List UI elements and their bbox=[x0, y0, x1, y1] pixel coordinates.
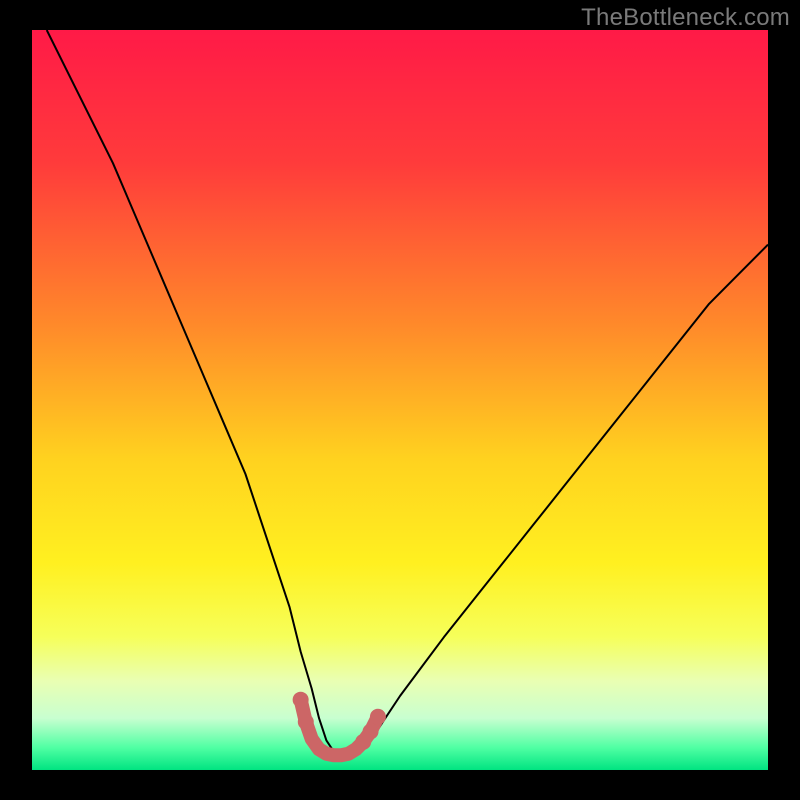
chart-frame: TheBottleneck.com bbox=[0, 0, 800, 800]
marker-dot bbox=[293, 692, 309, 708]
marker-dot bbox=[370, 709, 386, 725]
gradient-background bbox=[32, 30, 768, 770]
plot-area bbox=[32, 30, 768, 770]
marker-dot bbox=[363, 724, 379, 740]
marker-dot bbox=[298, 714, 314, 730]
watermark-text: TheBottleneck.com bbox=[581, 4, 790, 32]
bottleneck-chart bbox=[32, 30, 768, 770]
